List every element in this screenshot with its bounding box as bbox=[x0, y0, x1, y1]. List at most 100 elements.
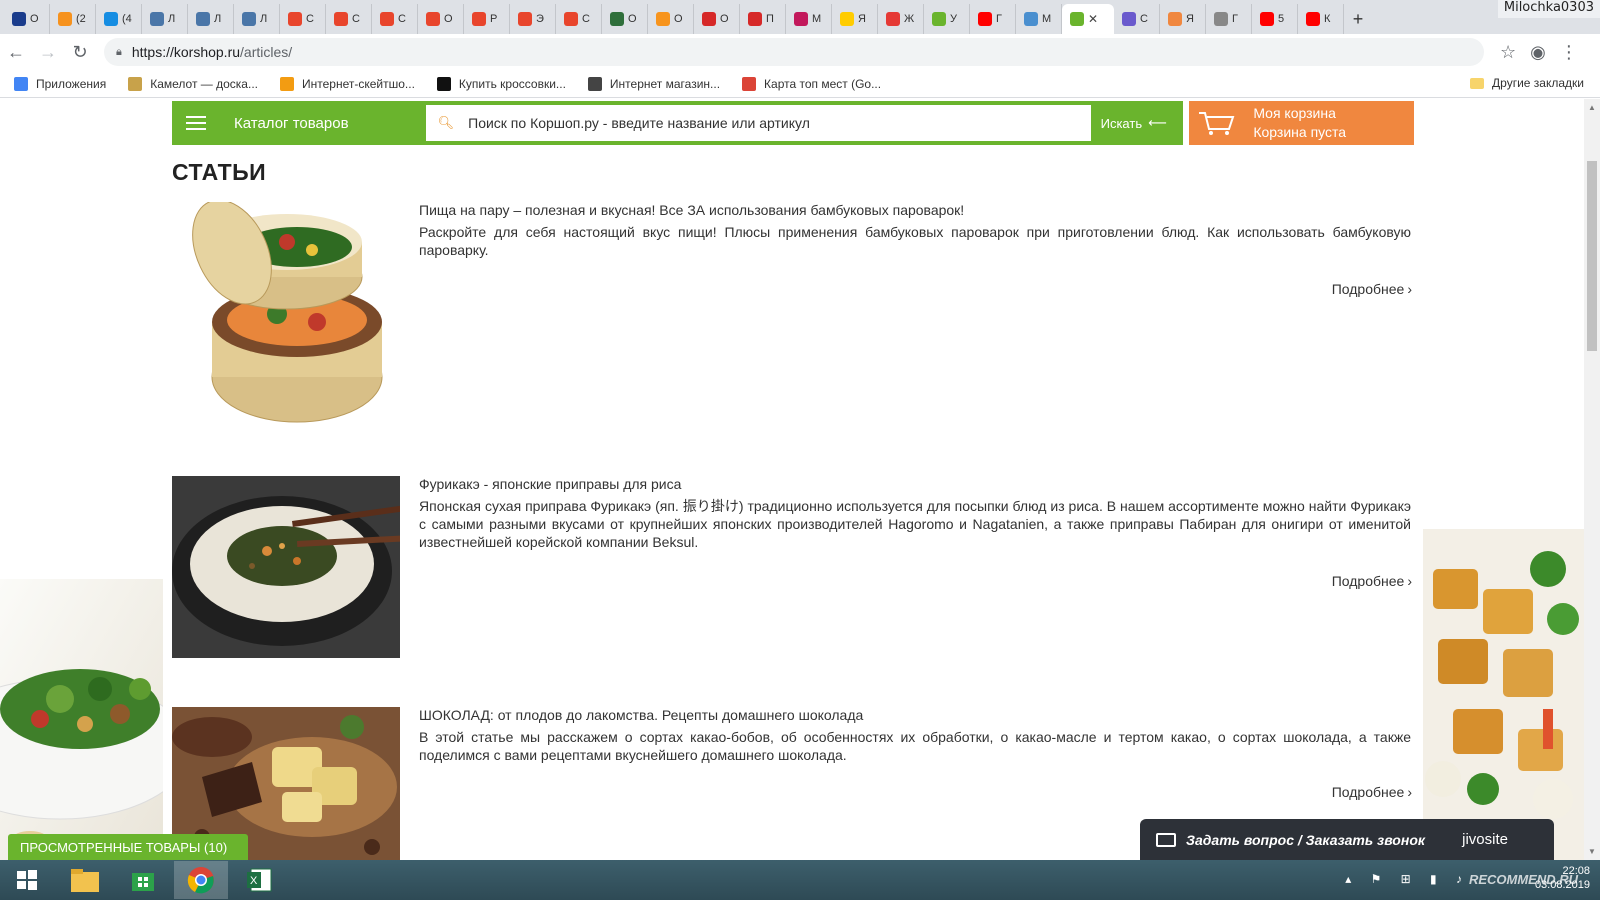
bookmark-item[interactable]: Интернет магазин... bbox=[587, 76, 720, 91]
tab-title: (2 bbox=[76, 13, 86, 25]
scroll-down-icon[interactable]: ▼ bbox=[1588, 847, 1596, 856]
catalog-button[interactable]: Каталог товаров bbox=[172, 101, 423, 145]
read-more-link[interactable]: Подробнее › bbox=[1332, 784, 1412, 800]
browser-tab[interactable]: (4 bbox=[96, 4, 142, 34]
viewed-products-button[interactable]: ПРОСМОТРЕННЫЕ ТОВАРЫ (10) bbox=[8, 834, 248, 860]
article-text: В этой статье мы расскажем о сортах кака… bbox=[419, 729, 1411, 763]
tab-title: К bbox=[1324, 13, 1331, 25]
browser-tab[interactable]: О bbox=[418, 4, 464, 34]
tab-favicon-icon bbox=[1306, 12, 1320, 26]
scroll-up-icon[interactable]: ▲ bbox=[1588, 103, 1596, 112]
browser-tab[interactable]: Л bbox=[142, 4, 188, 34]
browser-tab-strip: О (2 (4 Л Л Л С С С О Р Э С О О О П М Я Ж У Г М ✕ С Я Г 5 К + bbox=[0, 0, 1600, 34]
close-tab-icon[interactable]: ✕ bbox=[1088, 12, 1098, 26]
browser-tab[interactable]: С bbox=[1114, 4, 1160, 34]
browser-tab[interactable]: Ж bbox=[878, 4, 924, 34]
browser-tab-active[interactable]: ✕ bbox=[1062, 4, 1114, 34]
browser-tab[interactable]: (2 bbox=[50, 4, 96, 34]
chat-brand: jivosite bbox=[1462, 831, 1508, 848]
browser-tab[interactable]: О bbox=[648, 4, 694, 34]
bookmark-item[interactable]: Карта топ мест (Go... bbox=[742, 76, 881, 91]
page-scrollbar[interactable]: ▲ ▼ bbox=[1584, 99, 1600, 860]
search-button[interactable]: Искать ⟵ bbox=[1091, 105, 1184, 141]
file-explorer-icon[interactable] bbox=[58, 861, 112, 899]
new-tab-icon[interactable]: + bbox=[1344, 4, 1372, 34]
bookmark-item[interactable]: Камелот — доска... bbox=[128, 76, 258, 91]
chrome-icon[interactable] bbox=[174, 861, 228, 899]
browser-tab[interactable]: 5 bbox=[1252, 4, 1298, 34]
cart-button[interactable]: Моя корзина Корзина пуста bbox=[1189, 101, 1414, 145]
windows-start-icon[interactable] bbox=[0, 861, 54, 899]
article-title[interactable]: ШОКОЛАД: от плодов до лакомства. Рецепты… bbox=[419, 707, 1411, 723]
address-bar[interactable]: 🔒︎ https://korshop.ru/articles/ bbox=[104, 38, 1484, 66]
furikake-rice-image[interactable] bbox=[172, 476, 400, 658]
tab-favicon-icon bbox=[1260, 12, 1274, 26]
bookmark-item[interactable]: Купить кроссовки... bbox=[436, 76, 566, 91]
apps-bookmark[interactable]: Приложения bbox=[14, 76, 106, 91]
tab-title: С bbox=[398, 13, 406, 25]
browser-tab[interactable]: К bbox=[1298, 4, 1344, 34]
search-input[interactable]: 🔍︎ Поиск по Коршоп.ру - введите название… bbox=[425, 105, 1091, 141]
tab-favicon-icon bbox=[840, 12, 854, 26]
menu-dots-icon[interactable]: ⋮ bbox=[1560, 42, 1578, 63]
browser-tab[interactable]: С bbox=[326, 4, 372, 34]
article-title[interactable]: Фурикакэ - японские приправы для риса bbox=[419, 476, 1411, 492]
browser-tab[interactable]: О bbox=[4, 4, 50, 34]
tab-favicon-icon bbox=[564, 12, 578, 26]
browser-tab[interactable]: Л bbox=[188, 4, 234, 34]
account-icon[interactable]: ◉ bbox=[1530, 42, 1546, 63]
browser-tab[interactable]: О bbox=[602, 4, 648, 34]
search-bar: 🔍︎ Поиск по Коршоп.ру - введите название… bbox=[422, 101, 1184, 145]
browser-tab[interactable]: Г bbox=[970, 4, 1016, 34]
bamboo-steamer-image[interactable] bbox=[172, 202, 400, 432]
tab-favicon-icon bbox=[1122, 12, 1136, 26]
browser-tab[interactable]: Р bbox=[464, 4, 510, 34]
browser-tab[interactable]: Я bbox=[1160, 4, 1206, 34]
browser-tab[interactable]: П bbox=[740, 4, 786, 34]
read-more-link[interactable]: Подробнее › bbox=[1332, 281, 1412, 297]
tab-favicon-icon bbox=[104, 12, 118, 26]
system-tray-icons[interactable]: ▴ ⚑ ⊞ ▮ ♪ bbox=[1345, 872, 1470, 886]
scrollbar-thumb[interactable] bbox=[1587, 161, 1597, 351]
back-icon[interactable]: ← bbox=[0, 36, 32, 68]
browser-tab[interactable]: Я bbox=[832, 4, 878, 34]
tab-title: Я bbox=[858, 13, 866, 25]
tab-title: О bbox=[720, 13, 729, 25]
profile-name[interactable]: Milochka0303 bbox=[1497, 0, 1600, 18]
chevron-right-icon: › bbox=[1407, 573, 1412, 589]
chat-widget[interactable]: Задать вопрос / Заказать звонок jivosite bbox=[1140, 819, 1554, 860]
browser-tab[interactable]: С bbox=[280, 4, 326, 34]
browser-tab[interactable]: О bbox=[694, 4, 740, 34]
tab-favicon-icon bbox=[472, 12, 486, 26]
tab-title: О bbox=[674, 13, 683, 25]
forward-icon[interactable]: → bbox=[32, 36, 64, 68]
bookmark-label: Купить кроссовки... bbox=[458, 76, 566, 91]
tab-favicon-icon bbox=[196, 12, 210, 26]
browser-tab[interactable]: М bbox=[1016, 4, 1062, 34]
envelope-icon bbox=[1156, 832, 1176, 847]
browser-tab[interactable]: С bbox=[372, 4, 418, 34]
browser-tab[interactable]: Г bbox=[1206, 4, 1252, 34]
browser-tab[interactable]: М bbox=[786, 4, 832, 34]
browser-tab[interactable]: С bbox=[556, 4, 602, 34]
search-icon: 🔍︎ bbox=[437, 115, 455, 130]
cart-icon bbox=[1199, 112, 1235, 135]
bookmark-star-icon[interactable]: ☆ bbox=[1500, 42, 1516, 63]
other-bookmarks[interactable]: Другие закладки bbox=[1470, 76, 1584, 90]
tab-favicon-icon bbox=[702, 12, 716, 26]
read-more-link[interactable]: Подробнее › bbox=[1332, 573, 1412, 589]
url-host: https://korshop.ru bbox=[131, 44, 241, 60]
bookmark-item[interactable]: Интернет-скейтшо... bbox=[279, 76, 415, 91]
reload-icon[interactable]: ↻ bbox=[64, 36, 96, 68]
read-more-label: Подробнее bbox=[1331, 573, 1405, 589]
browser-tab[interactable]: Л bbox=[234, 4, 280, 34]
store-icon[interactable] bbox=[116, 861, 170, 899]
apps-grid-icon bbox=[14, 76, 28, 91]
tab-favicon-icon bbox=[334, 12, 348, 26]
article-title[interactable]: Пища на пару – полезная и вкусная! Все З… bbox=[419, 202, 1411, 218]
browser-tab[interactable]: У bbox=[924, 4, 970, 34]
excel-icon[interactable]: X bbox=[232, 861, 286, 899]
tab-title: Л bbox=[168, 13, 176, 25]
tab-favicon-icon bbox=[1214, 12, 1228, 26]
browser-tab[interactable]: Э bbox=[510, 4, 556, 34]
